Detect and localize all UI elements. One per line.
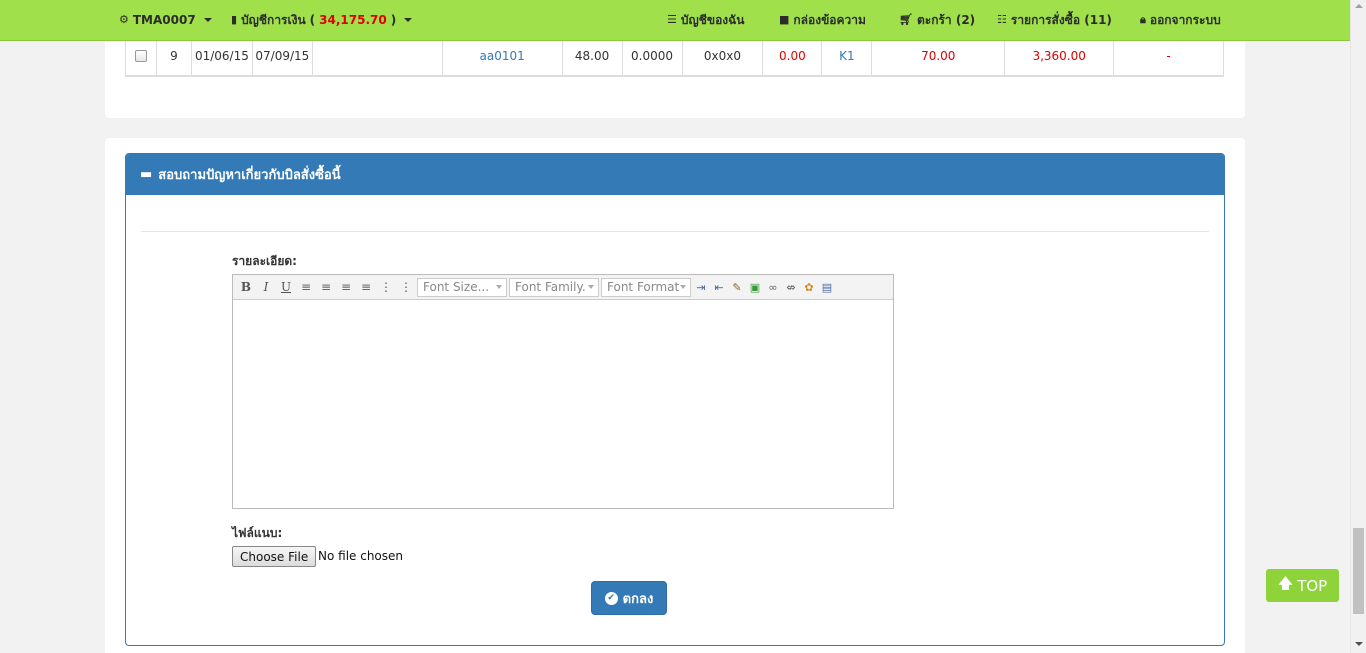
back-to-top-button[interactable]: 🡅 TOP: [1266, 569, 1339, 602]
my-account-link[interactable]: ☰ บัญชีของฉัน: [667, 0, 745, 40]
align-right-icon[interactable]: ≡: [337, 278, 355, 296]
scroll-down-icon[interactable]: [1355, 642, 1363, 646]
choose-file-button[interactable]: Choose File: [232, 546, 317, 567]
font-format-value: Font Format: [607, 280, 680, 294]
color-palette-icon[interactable]: ✿: [801, 279, 817, 295]
submit-label: ตกลง: [622, 591, 654, 607]
inquiry-title: สอบถามปัญหาเกี่ยวกับบิลสั่งซื้อนี้: [158, 168, 341, 183]
ordered-list-icon[interactable]: ⋮: [377, 278, 395, 296]
link-icon[interactable]: ∞: [765, 279, 781, 295]
messages-link[interactable]: ■ กล่องข้อความ: [779, 0, 866, 40]
chevron-down-icon: [203, 18, 212, 22]
my-account-label: บัญชีของฉัน: [680, 13, 745, 27]
finance-label: บัญชีการเงิน: [241, 13, 306, 27]
detail-label: รายละเอียด:: [232, 254, 297, 268]
chevron-down-icon: [680, 285, 686, 289]
status-cell: -: [1166, 48, 1171, 63]
source-icon[interactable]: ▤: [819, 279, 835, 295]
total-cell: 3,360.00: [1005, 35, 1115, 76]
finance-paren-open: (: [309, 13, 316, 27]
font-family-value: Font Family.: [515, 280, 586, 294]
price-cell: 0.00: [763, 35, 823, 76]
scroll-thumb[interactable]: [1353, 528, 1364, 614]
type-cell: K1: [822, 35, 873, 76]
file-status-text: No file chosen: [318, 549, 404, 563]
underline-button[interactable]: U: [277, 278, 295, 296]
chevron-down-icon: [588, 285, 594, 289]
orders-link[interactable]: ☷ รายการสั่งซื้อ (11): [997, 0, 1112, 40]
wallet-icon: ▮: [231, 13, 238, 26]
row-checkbox-cell: [126, 35, 157, 76]
item-code-link[interactable]: aa0101: [443, 35, 563, 76]
inquiry-header: ▬ สอบถามปัญหาเกี่ยวกับบิลสั่งซื้อนี้: [126, 154, 1224, 195]
lock-icon: 🔒︎: [1140, 13, 1146, 26]
cart-icon: 🛒︎: [899, 13, 913, 26]
unordered-list-icon[interactable]: ⋮: [397, 278, 415, 296]
account-menu[interactable]: ⚙ TMA0007: [119, 0, 212, 40]
top-navbar: ⚙ TMA0007 ▮ บัญชีการเงิน (34,175.70) ☰ บ…: [0, 0, 1350, 41]
check-circle-icon: ✔: [604, 591, 618, 605]
row-number: 9: [157, 35, 192, 76]
logout-link[interactable]: 🔒︎ ออกจากระบบ: [1140, 0, 1221, 40]
comment-icon: ■: [779, 13, 790, 26]
vertical-scrollbar[interactable]: [1350, 0, 1366, 653]
italic-button[interactable]: I: [257, 278, 275, 296]
gear-icon: ⚙: [119, 13, 129, 26]
order-date: 01/06/15: [192, 35, 253, 76]
cart-link[interactable]: 🛒︎ ตะกร้า (2): [899, 0, 975, 40]
messages-label: กล่องข้อความ: [793, 13, 866, 27]
unit-price-cell: 70.00: [872, 35, 1006, 76]
dimensions-cell: 0x0x0: [683, 35, 764, 76]
outdent-icon[interactable]: ⇤: [711, 279, 727, 295]
account-label: TMA0007: [132, 13, 196, 27]
font-format-select[interactable]: Font Format: [601, 277, 691, 297]
editor-toolbar: B I U ≡ ≡ ≡ ≡ ⋮ ⋮ Font Size... Font Fami…: [233, 275, 893, 300]
comment-icon: ▬: [140, 167, 153, 182]
attach-label: ไฟล์แนบ:: [232, 526, 283, 540]
cart-label: ตะกร้า (2): [916, 13, 976, 27]
top-label: TOP: [1297, 576, 1328, 595]
divider: [141, 231, 1209, 232]
blank-cell: [313, 35, 443, 76]
ship-date: 07/09/15: [253, 35, 313, 76]
logout-label: ออกจากระบบ: [1149, 13, 1221, 27]
indent-icon[interactable]: ⇥: [693, 279, 709, 295]
scroll-up-icon[interactable]: [1355, 4, 1363, 8]
finance-amount: 34,175.70: [319, 13, 387, 27]
align-justify-icon[interactable]: ≡: [357, 278, 375, 296]
list-icon: ☷: [997, 13, 1007, 26]
rich-text-editor: B I U ≡ ≡ ≡ ≡ ⋮ ⋮ Font Size... Font Fami…: [232, 274, 894, 509]
align-center-icon[interactable]: ≡: [317, 278, 335, 296]
submit-button[interactable]: ✔ ตกลง: [591, 581, 667, 615]
insert-image-icon[interactable]: ▣: [747, 279, 763, 295]
rate-cell: 0.0000: [623, 35, 683, 76]
chevron-down-icon: [404, 18, 413, 22]
list-alt-icon: ☰: [667, 13, 677, 26]
bold-button[interactable]: B: [237, 278, 255, 296]
amount-cell: 48.00: [563, 35, 623, 76]
arrow-up-icon: 🡅: [1277, 574, 1294, 592]
font-size-value: Font Size...: [423, 280, 490, 294]
orders-label: รายการสั่งซื้อ (11): [1010, 13, 1112, 27]
editor-text-area[interactable]: [233, 300, 893, 508]
align-left-icon[interactable]: ≡: [297, 278, 315, 296]
inquiry-panel: ▬ สอบถามปัญหาเกี่ยวกับบิลสั่งซื้อนี้ ราย…: [105, 138, 1245, 653]
unlink-icon[interactable]: ⇎: [783, 279, 799, 295]
font-size-select[interactable]: Font Size...: [417, 277, 507, 297]
font-family-select[interactable]: Font Family.: [509, 277, 599, 297]
row-checkbox[interactable]: [134, 49, 147, 62]
edit-html-icon[interactable]: ✎: [729, 279, 745, 295]
chevron-down-icon: [496, 285, 502, 289]
inquiry-box: ▬ สอบถามปัญหาเกี่ยวกับบิลสั่งซื้อนี้ ราย…: [125, 153, 1225, 646]
finance-paren-close: ): [390, 13, 397, 27]
finance-menu[interactable]: ▮ บัญชีการเงิน (34,175.70): [231, 0, 413, 40]
